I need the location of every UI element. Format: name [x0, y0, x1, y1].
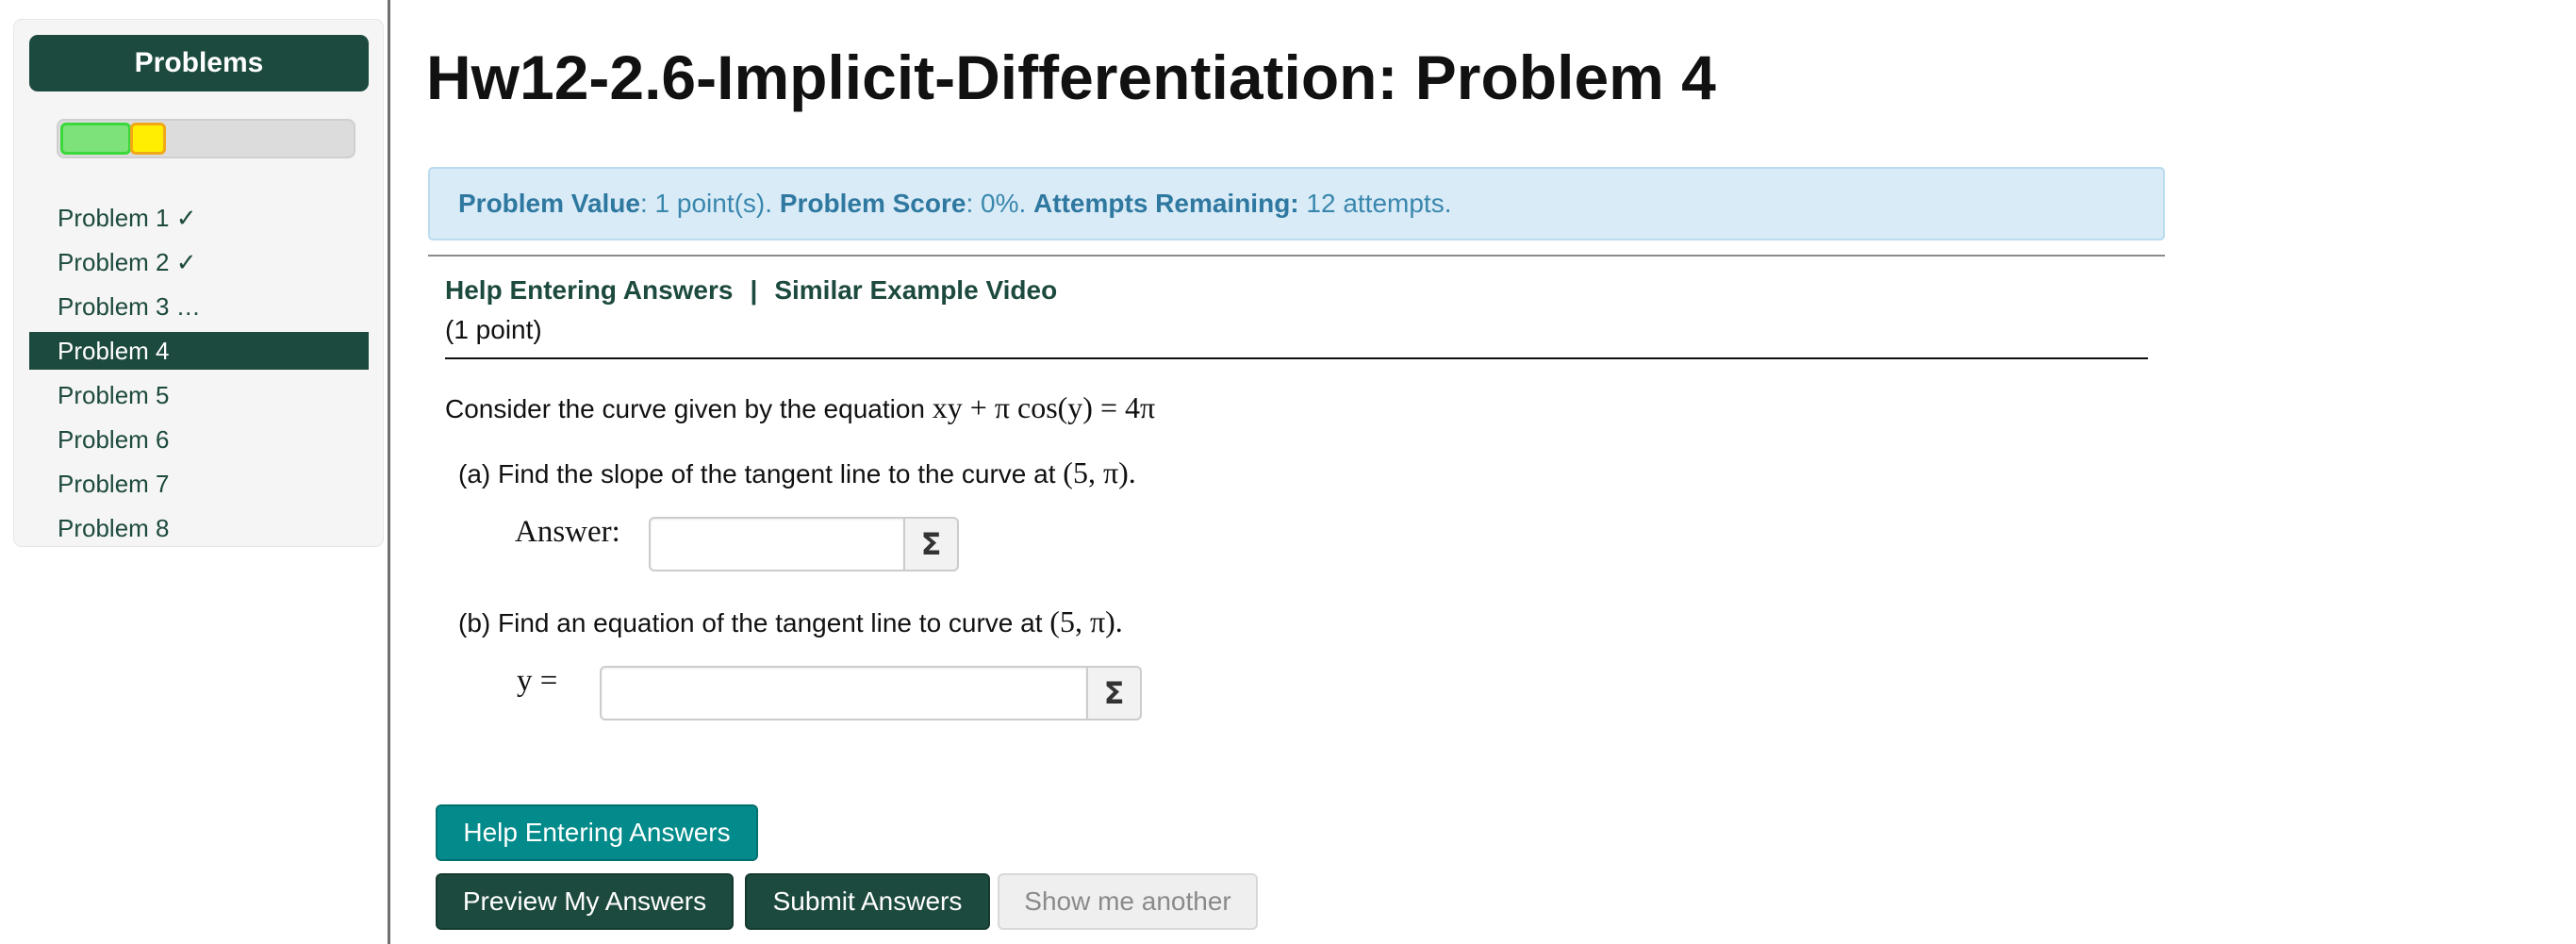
problem-list: Problem 1 ✓ Problem 2 ✓ Problem 3 … Problem…: [29, 199, 369, 554]
preview-answers-button[interactable]: Preview My Answers: [436, 873, 734, 930]
problem-value-text: : 1 point(s).: [639, 189, 780, 218]
point-value-text: (1 point): [445, 315, 542, 344]
answer-b-label: y =: [517, 664, 558, 698]
sidebar-problem-8[interactable]: Problem 8: [29, 509, 369, 554]
answer-a-label: Answer:: [515, 515, 620, 549]
sidebar-problem-6[interactable]: Problem 6: [29, 421, 369, 465]
sidebar-problem-1[interactable]: Problem 1 ✓: [29, 199, 369, 243]
sidebar-problem-5[interactable]: Problem 5: [29, 376, 369, 421]
progress-bar: [57, 119, 355, 158]
statement-text: Consider the curve given by the equation: [445, 394, 933, 423]
part-b-text: (b) Find an equation of the tangent line…: [458, 608, 1050, 638]
help-links: Help Entering Answers | Similar Example Vi…: [445, 275, 1057, 306]
progress-partial-segment: [130, 123, 166, 155]
problem-value-label: Problem Value: [458, 189, 640, 218]
attempts-remaining-label: Attempts Remaining:: [1033, 189, 1299, 218]
submit-answers-button[interactable]: Submit Answers: [745, 873, 990, 930]
problem-score-label: Problem Score: [779, 189, 966, 218]
part-a-point: (5, π).: [1063, 455, 1136, 489]
part-a-text: (a) Find the slope of the tangent line t…: [458, 459, 1064, 489]
sidebar-problem-4[interactable]: Problem 4: [29, 332, 369, 370]
sidebar-problem-7[interactable]: Problem 7: [29, 465, 369, 509]
problem-statement: Consider the curve given by the equation…: [445, 390, 1155, 425]
page-title: Hw12-2.6-Implicit-Differentiation: Probl…: [426, 42, 1716, 112]
help-entering-answers-link[interactable]: Help Entering Answers: [445, 275, 733, 305]
app-window: Problems Problem 1 ✓ Problem 2 ✓ Problem 3…: [0, 0, 2576, 944]
problems-sidebar: Problems Problem 1 ✓ Problem 2 ✓ Problem 3…: [13, 19, 384, 547]
sigma-equation-editor-button-a[interactable]: Σ: [904, 517, 959, 571]
answer-a-input[interactable]: [649, 517, 905, 571]
equation: xy + π cos(y) = 4π: [932, 390, 1156, 424]
header-divider: [428, 255, 2165, 257]
problem-score-text: : 0%.: [966, 189, 1034, 218]
link-separator: |: [750, 275, 758, 305]
problem-divider: [445, 357, 2148, 359]
part-b-question: (b) Find an equation of the tangent line…: [458, 604, 1123, 639]
help-entering-answers-button[interactable]: Help Entering Answers: [436, 804, 758, 861]
show-me-another-button[interactable]: Show me another: [998, 873, 1258, 930]
attempts-remaining-text: 12 attempts.: [1298, 189, 1452, 218]
sigma-equation-editor-button-b[interactable]: Σ: [1087, 666, 1142, 720]
progress-correct-segment: [60, 123, 131, 155]
sidebar-problem-2[interactable]: Problem 2 ✓: [29, 243, 369, 288]
sidebar-header[interactable]: Problems: [29, 35, 369, 91]
problem-info-box: Problem Value: 1 point(s). Problem Score…: [428, 167, 2165, 240]
part-a-question: (a) Find the slope of the tangent line t…: [458, 455, 1136, 490]
answer-b-input[interactable]: [600, 666, 1088, 720]
part-b-point: (5, π).: [1049, 604, 1123, 638]
vertical-divider: [388, 0, 390, 944]
sidebar-problem-3[interactable]: Problem 3 …: [29, 288, 369, 332]
similar-example-video-link[interactable]: Similar Example Video: [774, 275, 1057, 305]
